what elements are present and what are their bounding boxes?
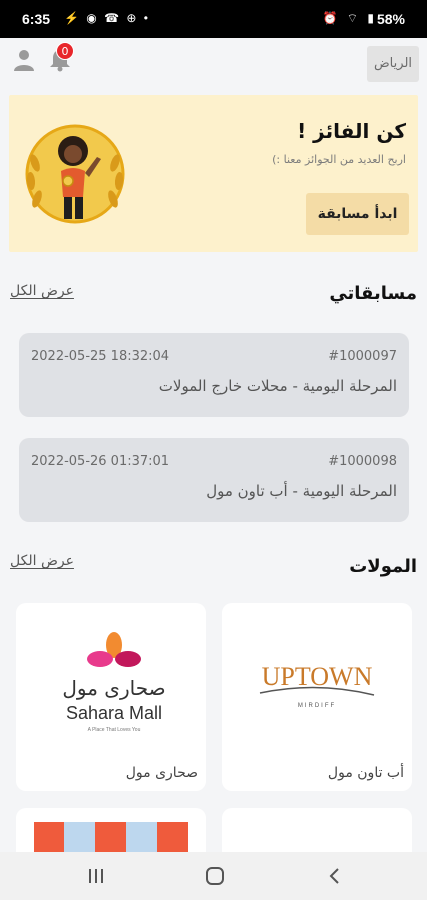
user-icon[interactable]: [12, 48, 36, 72]
competition-date: 2022-05-26 01:37:01: [31, 454, 170, 469]
uptown-logo-text: UPTOWN: [262, 662, 373, 691]
banner-subtitle: اربح العديد من الجوائز معنا :): [272, 153, 406, 166]
uptown-logo-sub: MIRDIFF: [298, 703, 336, 709]
competition-name: المرحلة اليومية - محلات خارج المولات: [158, 377, 397, 395]
sahara-logo-tagline: A Place That Loves You: [88, 727, 141, 733]
back-icon[interactable]: [326, 866, 344, 886]
malls-view-all-link[interactable]: عرض الكل: [10, 553, 74, 569]
status-notification-icons: ⚡ ◉ ☎ ⊕ •: [64, 11, 150, 25]
android-navigation-bar: [0, 852, 427, 900]
malls-section-title: المولات: [349, 556, 417, 577]
sahara-logo-text: Sahara Mall: [66, 703, 162, 723]
mall-card-sahara[interactable]: صحارى مول Sahara Mall A Place That Loves…: [16, 603, 206, 791]
mall-card-uptown[interactable]: UPTOWN MIRDIFF أب تاون مول: [222, 603, 412, 791]
competition-card[interactable]: #1000097 2022-05-25 18:32:04 المرحلة الي…: [19, 333, 409, 417]
mall-name: أب تاون مول: [327, 765, 404, 781]
competition-id: #1000097: [328, 349, 397, 364]
uptown-logo: UPTOWN MIRDIFF: [259, 662, 375, 709]
city-selector[interactable]: الرياض: [367, 46, 419, 82]
status-time: 6:35: [22, 11, 51, 27]
competition-date: 2022-05-25 18:32:04: [31, 349, 170, 364]
status-system-icons: ⏰ ⌔ ▮: [322, 11, 377, 25]
winner-trophy-icon: [25, 124, 125, 224]
competition-id: #1000098: [328, 454, 397, 469]
mall-name: صحارى مول: [125, 765, 198, 781]
competition-name: المرحلة اليومية - أب تاون مول: [206, 482, 397, 500]
banner-title: كن الفائز !: [297, 119, 406, 143]
sahara-mall-logo: صحارى مول Sahara Mall A Place That Loves…: [62, 632, 166, 733]
app-header: 0 الرياض: [0, 38, 427, 90]
recents-icon[interactable]: [88, 868, 104, 884]
notification-badge: 0: [56, 42, 74, 60]
home-icon[interactable]: [205, 866, 225, 886]
status-bar: 6:35 ⚡ ◉ ☎ ⊕ • ⏰ ⌔ ▮ 58%: [0, 0, 427, 38]
battery-level: 58%: [376, 11, 405, 27]
competitions-view-all-link[interactable]: عرض الكل: [10, 283, 74, 299]
competition-card[interactable]: #1000098 2022-05-26 01:37:01 المرحلة الي…: [19, 438, 409, 522]
promo-banner: كن الفائز ! اربح العديد من الجوائز معنا …: [9, 95, 418, 252]
competitions-section-title: مسابقاتي: [329, 283, 417, 304]
start-competition-button[interactable]: ابدأ مسابقة: [306, 193, 409, 235]
sahara-logo-arabic: صحارى مول: [62, 676, 165, 700]
